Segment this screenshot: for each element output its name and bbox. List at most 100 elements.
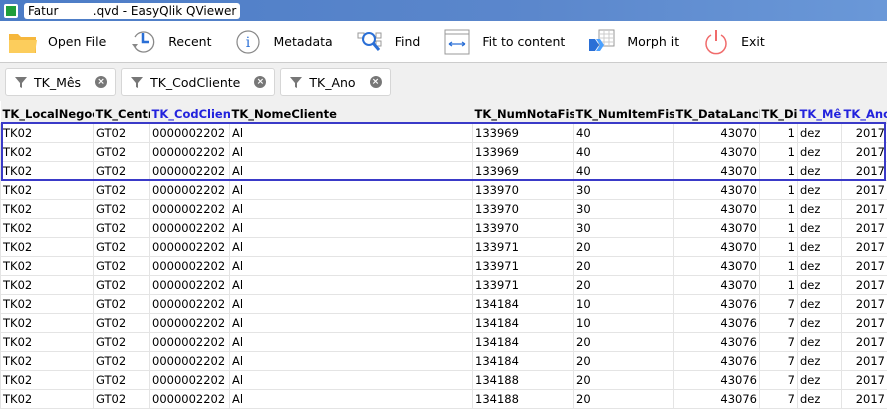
column-header[interactable]: TK_Dia <box>759 101 798 123</box>
remove-filter-icon[interactable]: × <box>95 76 108 88</box>
table-cell: TK02 <box>0 369 94 390</box>
table-cell: 43070 <box>673 217 760 238</box>
table-cell: GT02 <box>93 255 150 276</box>
table-row[interactable]: TK02 GT02 0000002202 Al 134184 20 43076 7 dez 201… <box>0 331 887 352</box>
column-header[interactable]: TK_NumItemFiscal <box>573 101 674 123</box>
table-row[interactable]: TK02 GT02 0000002202 Al 134188 20 43076 7 dez 201… <box>0 369 887 390</box>
table-cell: dez <box>797 255 842 276</box>
column-header[interactable]: TK_NomeCliente <box>229 101 473 123</box>
table-row[interactable]: TK02 GT02 0000002202 Al 133970 30 43070 1 dez 201… <box>0 179 887 200</box>
table-cell: 2017 <box>841 198 887 219</box>
table-cell: 20 <box>573 369 674 390</box>
morph-it-button[interactable]: Morph it <box>587 29 679 55</box>
table-cell: dez <box>797 331 842 352</box>
table-row[interactable]: TK02 GT02 0000002202 Al 133969 40 43070 1 dez 201… <box>0 122 887 143</box>
column-header[interactable]: TK_Centro <box>93 101 150 123</box>
fit-to-content-button[interactable]: Fit to content <box>442 29 565 55</box>
table-cell: 1 <box>759 274 798 295</box>
table-cell: 43070 <box>673 160 760 181</box>
table-cell: 133971 <box>472 255 574 276</box>
table-cell: 43076 <box>673 331 760 352</box>
toolbar: Open File Recent i Metadata Find Fit to c… <box>0 21 887 63</box>
table-cell: 2017 <box>841 293 887 314</box>
table-cell: dez <box>797 388 842 409</box>
open-file-button[interactable]: Open File <box>8 29 106 55</box>
table-row[interactable]: TK02 GT02 0000002202 Al 133971 20 43070 1 dez 201… <box>0 255 887 276</box>
filter-chip[interactable]: TK_Ano × <box>280 68 391 96</box>
table-row[interactable]: TK02 GT02 0000002202 Al 133971 20 43070 1 dez 201… <box>0 236 887 257</box>
table-cell: dez <box>797 179 842 200</box>
table-cell: Al <box>229 274 473 295</box>
column-header[interactable]: TK_Ano <box>841 101 887 123</box>
table-row[interactable]: TK02 GT02 0000002202 Al 134184 10 43076 7 dez 201… <box>0 293 887 314</box>
table-cell: 133971 <box>472 274 574 295</box>
table-cell: dez <box>797 350 842 371</box>
table-cell: GT02 <box>93 236 150 257</box>
info-icon: i <box>233 29 263 55</box>
table-cell: 30 <box>573 179 674 200</box>
table-row[interactable]: TK02 GT02 0000002202 Al 133970 30 43070 1 dez 201… <box>0 217 887 238</box>
table-cell: 1 <box>759 217 798 238</box>
remove-filter-icon[interactable]: × <box>254 76 267 88</box>
morph-icon <box>587 29 617 55</box>
column-header[interactable]: TK_LocalNegocio <box>0 101 94 123</box>
table-row[interactable]: TK02 GT02 0000002202 Al 133970 30 43070 1 dez 201… <box>0 198 887 219</box>
table-row[interactable]: TK02 GT02 0000002202 Al 133971 20 43070 1 dez 201… <box>0 274 887 295</box>
table-cell: Al <box>229 369 473 390</box>
filter-chip[interactable]: TK_CodCliente × <box>121 68 276 96</box>
table-cell: Al <box>229 350 473 371</box>
table-cell: TK02 <box>0 198 94 219</box>
table-cell: 20 <box>573 236 674 257</box>
table-cell: 7 <box>759 388 798 409</box>
table-cell: GT02 <box>93 122 150 143</box>
table-cell: 30 <box>573 217 674 238</box>
column-header[interactable]: TK_Mês <box>797 101 842 123</box>
table-cell: 2017 <box>841 331 887 352</box>
column-header[interactable]: TK_CodCliente <box>149 101 230 123</box>
table-cell: 0000002202 <box>149 141 230 162</box>
table-cell: Al <box>229 293 473 314</box>
table-cell: 43070 <box>673 274 760 295</box>
table-cell: 133970 <box>472 198 574 219</box>
table-row[interactable]: TK02 GT02 0000002202 Al 133969 40 43070 1 dez 201… <box>0 141 887 162</box>
table-cell: TK02 <box>0 236 94 257</box>
table-cell: GT02 <box>93 293 150 314</box>
table-cell: 43070 <box>673 141 760 162</box>
metadata-button[interactable]: i Metadata <box>233 29 333 55</box>
table-cell: 134184 <box>472 312 574 333</box>
table-cell: TK02 <box>0 217 94 238</box>
table-row[interactable]: TK02 GT02 0000002202 Al 134184 10 43076 7 dez 201… <box>0 312 887 333</box>
table-cell: GT02 <box>93 274 150 295</box>
table-cell: 43070 <box>673 198 760 219</box>
table-row[interactable]: TK02 GT02 0000002202 Al 134188 20 43076 7 dez 201… <box>0 388 887 409</box>
table-cell: 40 <box>573 160 674 181</box>
filter-chip[interactable]: TK_Mês × <box>5 68 117 96</box>
table-cell: 43076 <box>673 293 760 314</box>
exit-button[interactable]: Exit <box>701 29 765 55</box>
table-cell: TK02 <box>0 122 94 143</box>
data-grid: TK_LocalNegocioTK_CentroTK_CodClienteTK_… <box>0 101 887 409</box>
table-row[interactable]: TK02 GT02 0000002202 Al 134184 20 43076 7 dez 201… <box>0 350 887 371</box>
table-cell: TK02 <box>0 331 94 352</box>
svg-text:i: i <box>246 35 251 51</box>
find-button[interactable]: Find <box>355 29 420 55</box>
column-header[interactable]: TK_NumNotaFiscal <box>472 101 574 123</box>
table-cell: 7 <box>759 369 798 390</box>
table-cell: 134184 <box>472 331 574 352</box>
remove-filter-icon[interactable]: × <box>369 76 382 88</box>
column-header[interactable]: TK_DataLancNF <box>673 101 760 123</box>
table-row[interactable]: TK02 GT02 0000002202 Al 133969 40 43070 1 dez 201… <box>0 160 887 181</box>
table-cell: 0000002202 <box>149 350 230 371</box>
table-cell: 0000002202 <box>149 179 230 200</box>
table-cell: 20 <box>573 274 674 295</box>
table-cell: 30 <box>573 198 674 219</box>
table-cell: 133969 <box>472 141 574 162</box>
table-cell: 133971 <box>472 236 574 257</box>
table-cell: 2017 <box>841 312 887 333</box>
table-cell: 2017 <box>841 141 887 162</box>
table-cell: 2017 <box>841 236 887 257</box>
recent-button[interactable]: Recent <box>128 29 211 55</box>
table-cell: dez <box>797 312 842 333</box>
table-cell: 134188 <box>472 369 574 390</box>
table-cell: 2017 <box>841 274 887 295</box>
